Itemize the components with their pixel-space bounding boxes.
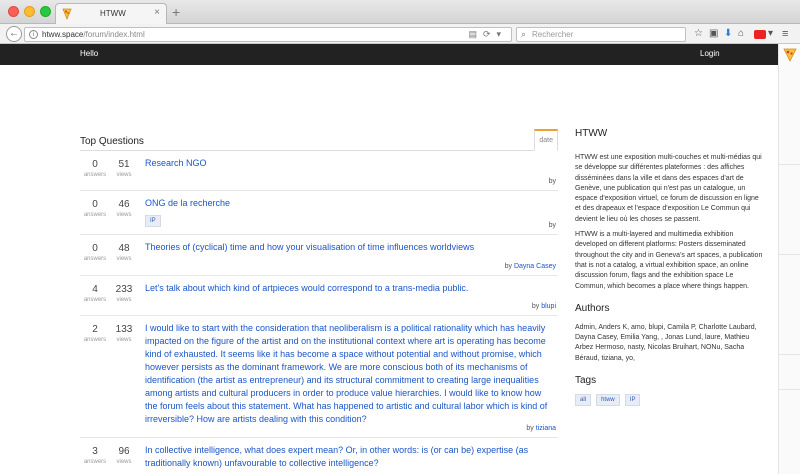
divider xyxy=(779,389,800,390)
question-row: 0 answers 46 views ONG de la recherche IP … xyxy=(80,191,558,235)
top-questions: Top Questions date 0 answers 51 views Rese… xyxy=(80,128,558,474)
question-title-link[interactable]: In collective intelligence, what does ex… xyxy=(145,444,553,470)
author-link[interactable]: Dayna Casey xyxy=(514,263,556,270)
views-count: 233 views xyxy=(115,284,133,303)
question-tag[interactable]: IP xyxy=(145,215,161,227)
views-count: 133 views xyxy=(115,324,133,343)
answers-count: 4 answers xyxy=(83,284,107,303)
tag-all[interactable]: all xyxy=(575,394,592,407)
question-author: by tiziana xyxy=(526,425,556,432)
description-en: HTWW is a multi-layered and multimedia e… xyxy=(575,231,763,290)
description-fr: HTWW est une exposition multi-couches et… xyxy=(575,154,762,223)
site-navbar: Hello Login xyxy=(0,44,778,65)
browser-tabbar: HTWW × + xyxy=(0,0,800,24)
url-text[interactable]: htww.space/forum/index.html xyxy=(42,30,145,39)
extensions-chevron-icon[interactable]: ▾ xyxy=(768,28,773,40)
answers-count: 2 answers xyxy=(83,324,107,343)
author-link[interactable]: tiziana xyxy=(536,425,556,432)
question-title-link[interactable]: Research NGO xyxy=(145,157,553,170)
question-row: 4 answers 233 views Let's talk about which… xyxy=(80,276,558,316)
tab-date[interactable]: date xyxy=(534,129,558,151)
answers-count: 3 answers xyxy=(83,446,107,465)
tag-htww[interactable]: htww xyxy=(596,394,620,407)
pizza-icon[interactable] xyxy=(783,48,797,62)
divider xyxy=(779,164,800,165)
question-author: by Dayna Casey xyxy=(504,263,556,270)
question-author: by xyxy=(548,222,556,229)
question-title-link[interactable]: Let's talk about which kind of artpieces… xyxy=(145,282,553,295)
browser-navbar: ← i htww.space/forum/index.html ▤⟳▾ ⌕ Re… xyxy=(0,24,800,44)
nav-hello-link[interactable]: Hello xyxy=(80,49,98,58)
views-count: 46 views xyxy=(116,199,132,218)
minimize-window-button[interactable] xyxy=(24,6,35,17)
question-row: 3 answers 96 views In collective intellige… xyxy=(80,438,558,474)
menu-icon[interactable]: ≡ xyxy=(782,28,788,40)
answers-count: 0 answers xyxy=(83,199,107,218)
questions-header: Top Questions date xyxy=(80,128,558,151)
question-title-link[interactable]: ONG de la recherche xyxy=(145,197,553,210)
bookmark-star-icon[interactable]: ☆ xyxy=(694,28,703,40)
question-title-link[interactable]: I would like to start with the considera… xyxy=(145,322,553,426)
authors-list[interactable]: Admin, Anders K, amo, blupi, Camila P, C… xyxy=(575,323,765,364)
sidebar: HTWW HTWW est une exposition multi-couch… xyxy=(575,128,765,407)
close-window-button[interactable] xyxy=(8,6,19,17)
divider xyxy=(779,254,800,255)
tab-title: HTWW xyxy=(100,9,126,18)
reader-refresh-icons[interactable]: ▤⟳▾ xyxy=(468,29,507,40)
adblock-icon[interactable] xyxy=(754,30,766,39)
clipboard-icon[interactable]: ▣ xyxy=(709,28,718,40)
views-count: 48 views xyxy=(116,243,132,262)
scrollbar-column[interactable] xyxy=(778,44,800,474)
tag-ip[interactable]: IP xyxy=(624,394,641,407)
login-link[interactable]: Login xyxy=(700,49,720,58)
url-bar[interactable]: i htww.space/forum/index.html ▤⟳▾ xyxy=(24,27,512,42)
divider xyxy=(779,354,800,355)
home-icon[interactable]: ⌂ xyxy=(738,28,744,40)
back-button[interactable]: ← xyxy=(6,26,22,42)
question-author: by xyxy=(548,178,556,185)
search-placeholder: Rechercher xyxy=(532,30,574,39)
browser-tab[interactable]: HTWW × xyxy=(55,3,167,24)
authors-heading: Authors xyxy=(575,302,610,314)
download-icon[interactable]: ⬇ xyxy=(724,28,732,40)
sidebar-heading: HTWW xyxy=(575,128,608,139)
zoom-window-button[interactable] xyxy=(40,6,51,17)
tags-heading: Tags xyxy=(575,375,597,387)
question-row: 2 answers 133 views I would like to start … xyxy=(80,316,558,438)
views-count: 96 views xyxy=(116,446,132,465)
tags-list: all htww IP xyxy=(575,392,765,407)
page-title: Top Questions xyxy=(80,136,144,147)
info-icon[interactable]: i xyxy=(29,30,38,39)
new-tab-button[interactable]: + xyxy=(172,5,180,19)
search-icon: ⌕ xyxy=(521,29,527,39)
tab-close-icon[interactable]: × xyxy=(154,7,160,18)
pizza-favicon-icon xyxy=(62,8,72,20)
question-author: by blupi xyxy=(531,303,556,310)
question-row: 0 answers 48 views Theories of (cyclical) … xyxy=(80,235,558,276)
author-link[interactable]: blupi xyxy=(541,303,556,310)
answers-count: 0 answers xyxy=(83,243,107,262)
question-row: 0 answers 51 views Research NGO by xyxy=(80,151,558,191)
search-bar[interactable]: ⌕ Rechercher xyxy=(516,27,686,42)
question-title-link[interactable]: Theories of (cyclical) time and how your… xyxy=(145,241,553,254)
views-count: 51 views xyxy=(116,159,132,178)
answers-count: 0 answers xyxy=(83,159,107,178)
